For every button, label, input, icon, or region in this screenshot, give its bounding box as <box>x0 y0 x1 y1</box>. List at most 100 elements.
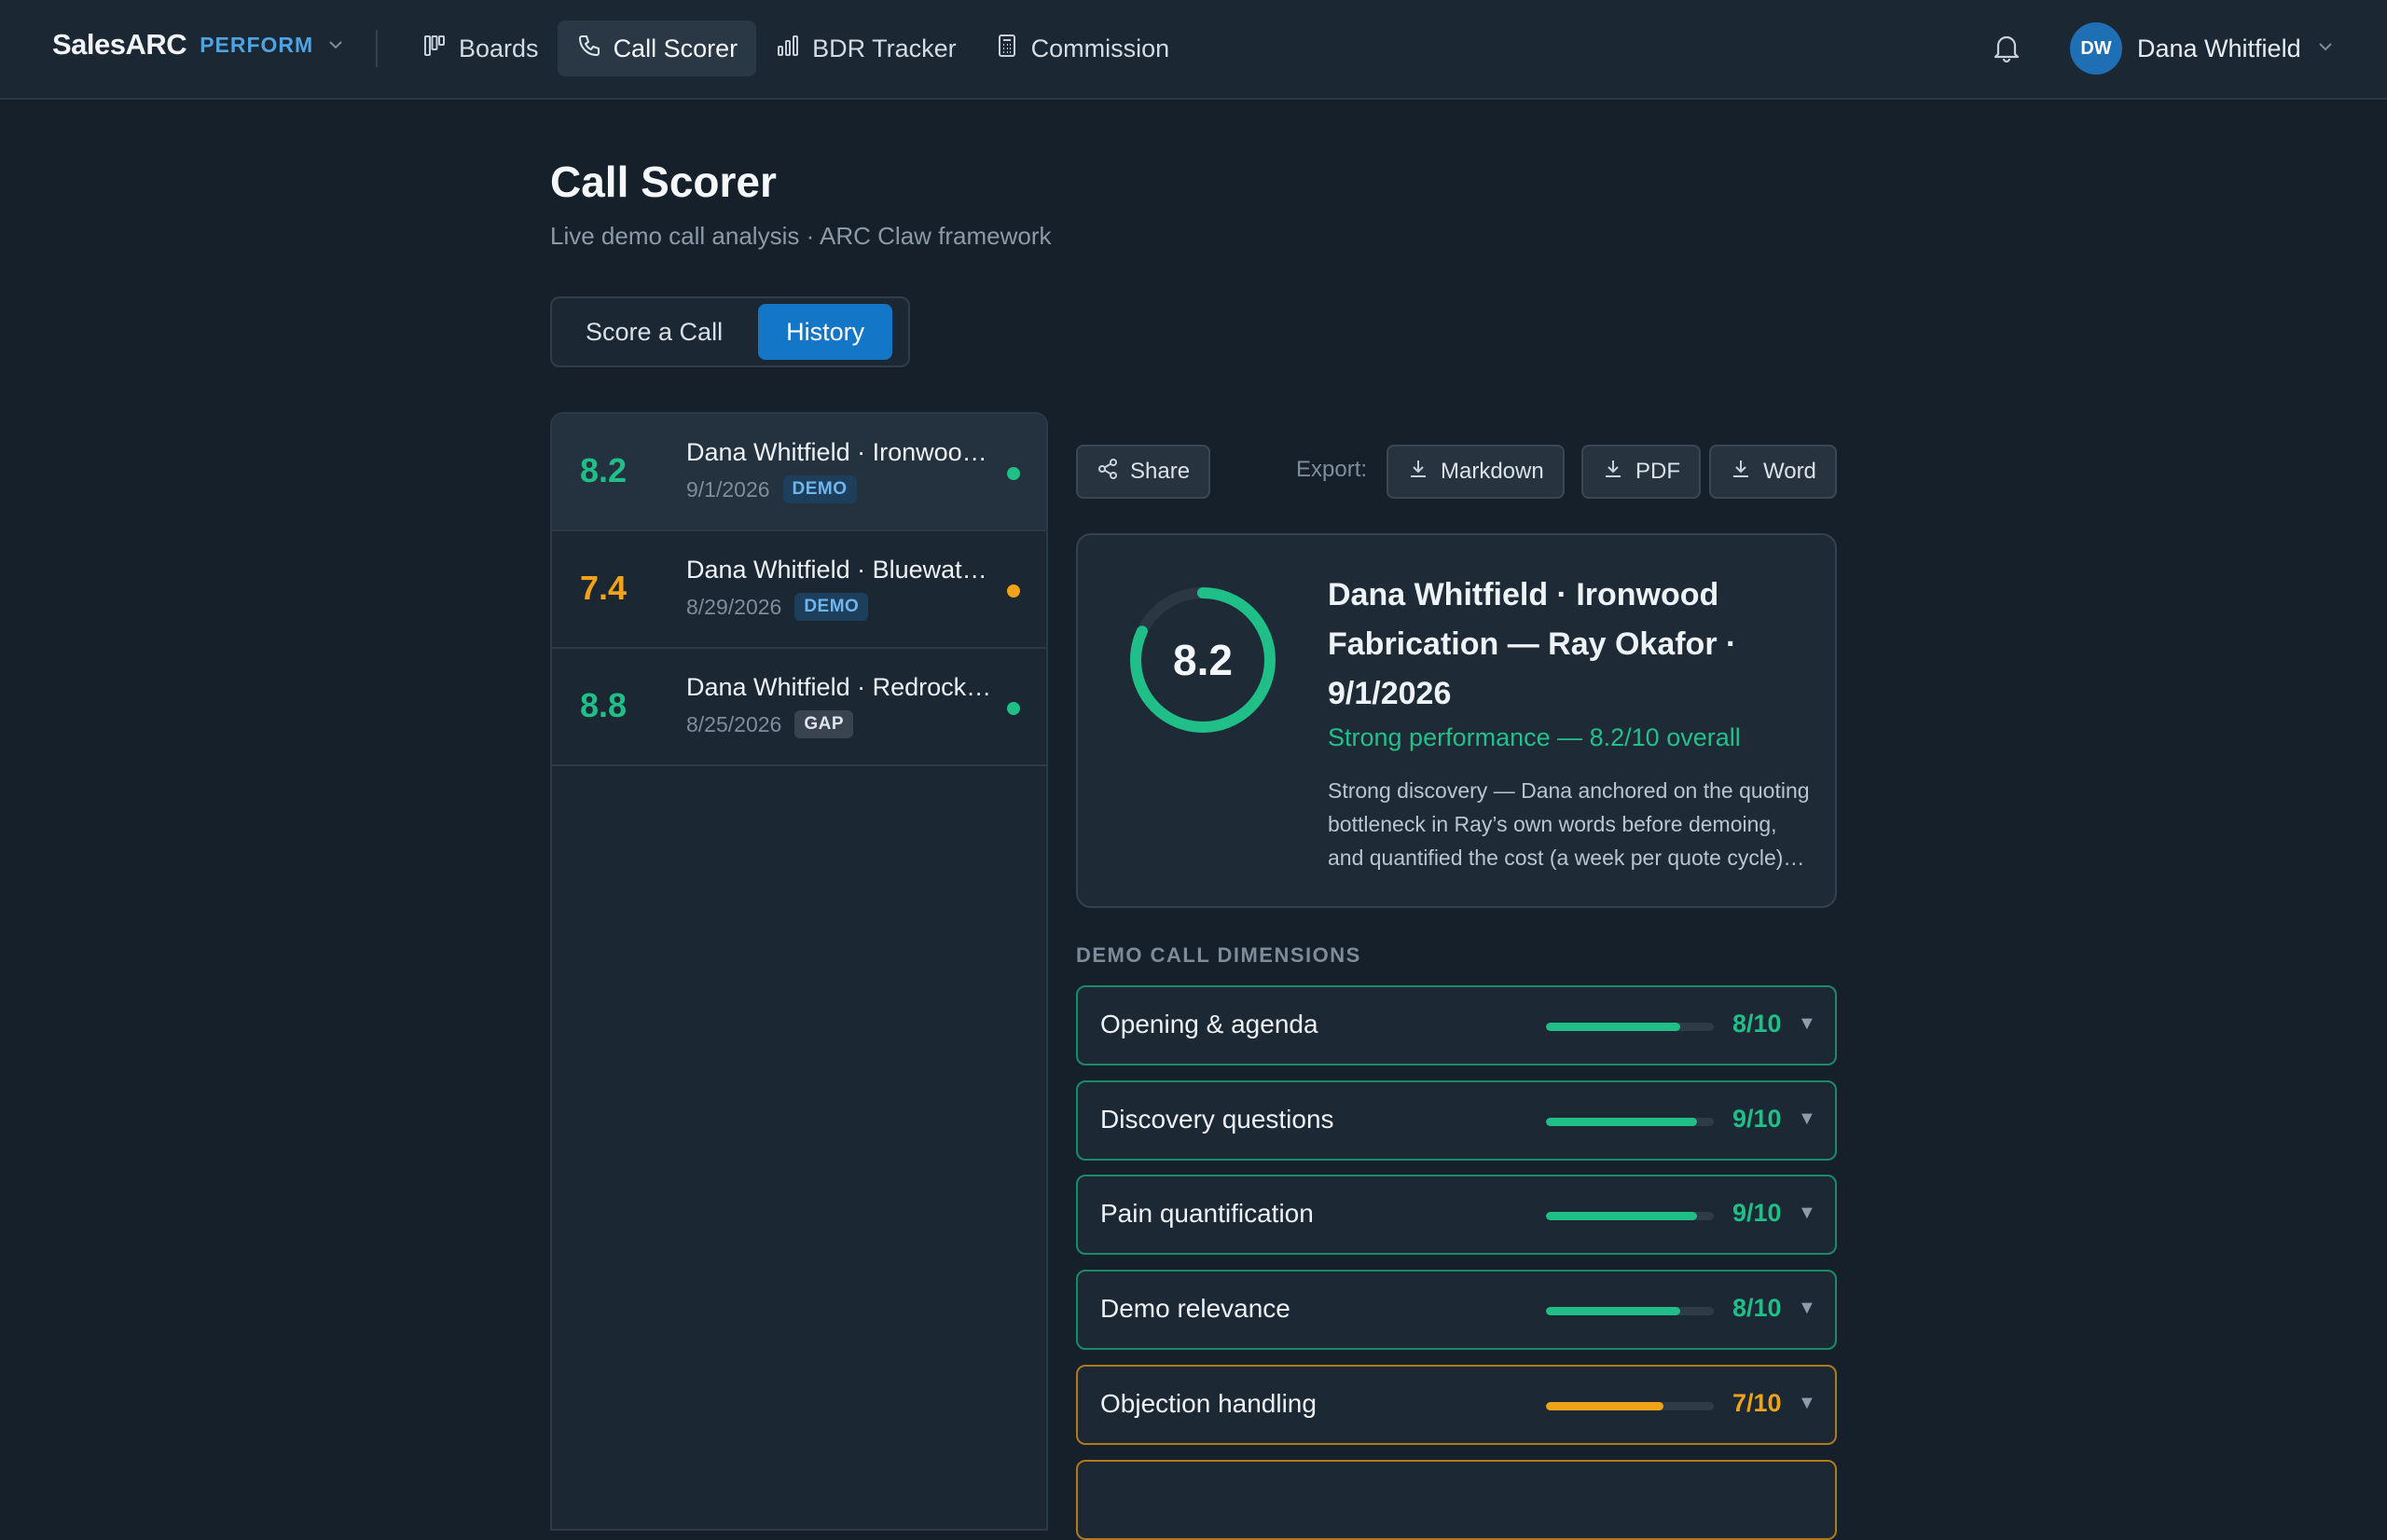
call-summary: Strong discovery — Dana anchored on the … <box>1328 778 1810 870</box>
caret-down-icon: ▼ <box>1798 1013 1816 1034</box>
dimension-bar-fill <box>1546 1212 1697 1220</box>
caret-down-icon: ▼ <box>1798 1393 1816 1413</box>
history-list: 8.2 Dana Whitfield · Ironwood Fabricatio… <box>550 412 1048 1531</box>
history-date: 9/1/2026 <box>686 476 770 502</box>
export-pdf-label: PDF <box>1635 459 1680 484</box>
history-title: Dana Whitfield · Redrock Manufacturing <box>686 673 994 701</box>
dimension-bar <box>1546 1307 1714 1315</box>
tab-score-a-call[interactable]: Score a Call <box>558 304 751 360</box>
download-icon <box>1407 458 1429 487</box>
dimensions-heading: DEMO CALL DIMENSIONS <box>1076 943 1361 967</box>
export-label: Export: <box>1296 457 1368 482</box>
dimension-row-partial[interactable] <box>1076 1460 1837 1540</box>
dimension-bar-fill <box>1546 1118 1697 1126</box>
caret-down-icon: ▼ <box>1798 1298 1816 1318</box>
history-title: Dana Whitfield · Ironwood Fabrication — … <box>686 438 994 466</box>
export-word-button[interactable]: Word <box>1709 445 1837 499</box>
dimension-label: Pain quantification <box>1100 1199 1314 1228</box>
download-icon <box>1602 458 1624 487</box>
dimension-score: 7/10 <box>1732 1389 1782 1417</box>
history-score: 8.2 <box>580 451 628 489</box>
history-date: 8/29/2026 <box>686 594 782 619</box>
dimension-row[interactable]: Pain quantification 9/10 ▼ <box>1076 1175 1837 1255</box>
dimension-row[interactable]: Discovery questions 9/10 ▼ <box>1076 1080 1837 1161</box>
dimension-label: Objection handling <box>1100 1389 1317 1418</box>
history-title: Dana Whitfield · Bluewater Logistics <box>686 556 994 584</box>
user-name: Dana Whitfield <box>2137 34 2301 62</box>
nav-item-call-scorer[interactable]: Call Scorer <box>557 21 757 76</box>
chevron-down-icon <box>2316 37 2335 61</box>
export-markdown-label: Markdown <box>1441 459 1544 484</box>
history-meta: 8/29/2026 DEMO <box>686 593 869 621</box>
status-dot <box>1007 584 1020 598</box>
dimension-label: Discovery questions <box>1100 1105 1334 1134</box>
call-type-badge: DEMO <box>794 593 869 621</box>
dimension-bar <box>1546 1118 1714 1126</box>
download-icon <box>1730 458 1752 487</box>
avatar: DW <box>2070 22 2122 75</box>
view-toggle: Score a Call History <box>550 296 910 367</box>
brand-switcher[interactable]: SalesARC PERFORM <box>52 28 345 62</box>
dimension-bar <box>1546 1212 1714 1220</box>
dimension-score: 9/10 <box>1732 1199 1782 1227</box>
page-subtitle: Live demo call analysis · ARC Claw frame… <box>550 222 1052 250</box>
nav-divider <box>376 30 378 67</box>
history-item[interactable]: 7.4 Dana Whitfield · Bluewater Logistics… <box>552 531 1046 649</box>
phone-icon <box>576 33 602 65</box>
share-icon <box>1097 458 1119 487</box>
dimension-row[interactable]: Demo relevance 8/10 ▼ <box>1076 1270 1837 1350</box>
product-name: PERFORM <box>200 32 314 57</box>
tab-history[interactable]: History <box>758 304 893 360</box>
bar-chart-icon <box>775 33 801 65</box>
call-title: Dana Whitfield · Ironwood Fabrication — … <box>1328 577 1737 711</box>
nav-item-commission[interactable]: Commission <box>975 21 1189 76</box>
history-item[interactable]: 8.8 Dana Whitfield · Redrock Manufacturi… <box>552 649 1046 766</box>
export-word-label: Word <box>1763 459 1816 484</box>
chevron-down-icon <box>326 35 345 54</box>
dimension-label: Opening & agenda <box>1100 1010 1318 1038</box>
export-pdf-button[interactable]: PDF <box>1581 445 1701 499</box>
caret-down-icon: ▼ <box>1798 1203 1816 1223</box>
history-meta: 9/1/2026 DEMO <box>686 475 857 503</box>
nav-items: Boards Call Scorer BDR Tracker Commissio… <box>403 21 1188 76</box>
call-type-badge: DEMO <box>782 475 857 503</box>
nav-item-bdr-tracker[interactable]: BDR Tracker <box>756 21 975 76</box>
dimension-score: 8/10 <box>1732 1010 1782 1038</box>
dimension-score: 9/10 <box>1732 1105 1782 1133</box>
export-markdown-button[interactable]: Markdown <box>1387 445 1565 499</box>
dimension-label: Demo relevance <box>1100 1294 1290 1323</box>
share-button[interactable]: Share <box>1076 445 1211 499</box>
status-dot <box>1007 702 1020 715</box>
top-navigation: SalesARC PERFORM Boards Call Scorer BDR … <box>0 0 2387 100</box>
dimension-bar-fill <box>1546 1307 1680 1315</box>
nav-item-boards[interactable]: Boards <box>403 21 558 76</box>
score-summary-card: 8.2 Dana Whitfield · Ironwood Fabricatio… <box>1076 533 1837 908</box>
history-score: 8.8 <box>580 686 628 724</box>
dimension-bar-fill <box>1546 1402 1663 1410</box>
nav-item-label: Call Scorer <box>613 34 738 62</box>
history-date: 8/25/2026 <box>686 711 782 736</box>
share-label: Share <box>1130 459 1191 484</box>
nav-item-label: BDR Tracker <box>812 34 957 62</box>
user-menu[interactable]: DW Dana Whitfield <box>2070 22 2335 75</box>
nav-item-label: Boards <box>459 34 539 62</box>
dimension-row[interactable]: Objection handling 7/10 ▼ <box>1076 1365 1837 1445</box>
overall-score: 8.2 <box>1173 636 1233 684</box>
dimension-bar-fill <box>1546 1023 1680 1031</box>
performance-verdict: Strong performance — 8.2/10 overall <box>1328 723 1741 751</box>
history-score: 7.4 <box>580 569 628 607</box>
dimension-score: 8/10 <box>1732 1294 1782 1322</box>
bell-icon[interactable] <box>1989 30 2024 65</box>
dimension-bar <box>1546 1023 1714 1031</box>
dimension-bar <box>1546 1402 1714 1410</box>
boards-icon <box>421 33 448 65</box>
status-dot <box>1007 467 1020 480</box>
history-meta: 8/25/2026 GAP <box>686 710 854 738</box>
history-item[interactable]: 8.2 Dana Whitfield · Ironwood Fabricatio… <box>552 414 1046 531</box>
call-type-badge: GAP <box>794 710 854 738</box>
page-title: Call Scorer <box>550 158 777 206</box>
calculator-icon <box>994 33 1020 65</box>
nav-item-label: Commission <box>1030 34 1170 62</box>
caret-down-icon: ▼ <box>1798 1108 1816 1129</box>
dimension-row[interactable]: Opening & agenda 8/10 ▼ <box>1076 985 1837 1066</box>
